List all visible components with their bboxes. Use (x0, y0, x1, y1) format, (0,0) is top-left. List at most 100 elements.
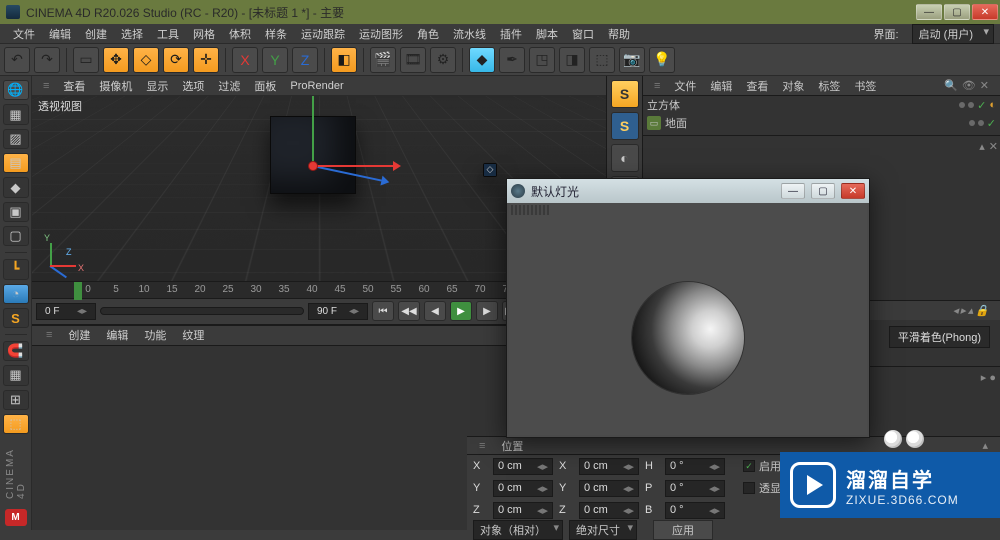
am-next-icon[interactable]: ▸ (960, 304, 966, 317)
select-tool[interactable]: ▭ (73, 47, 99, 73)
gizmo-x-axis[interactable] (313, 165, 393, 167)
prev-frame-button[interactable]: ◀ (424, 301, 446, 321)
axis-y-toggle[interactable]: Y (262, 47, 288, 73)
menu-pipeline[interactable]: 流水线 (446, 24, 493, 44)
menu-spline[interactable]: 样条 (258, 24, 294, 44)
menu-volume[interactable]: 体积 (222, 24, 258, 44)
menu-script[interactable]: 脚本 (529, 24, 565, 44)
timeline-scroll[interactable] (100, 307, 304, 315)
close-button[interactable]: ✕ (972, 4, 998, 20)
rot-h-field[interactable]: 0 °◂▸ (665, 458, 725, 475)
add-environment-button[interactable]: ⬚ (589, 47, 615, 73)
phong-tag-label[interactable]: 平滑着色(Phong) (889, 326, 990, 348)
workplane-button[interactable]: ⊞ (3, 390, 29, 410)
edge-mode[interactable]: ▢ (3, 226, 29, 246)
axis-x-toggle[interactable]: X (232, 47, 258, 73)
mm-tex[interactable]: 纹理 (174, 325, 212, 345)
pos-y-field[interactable]: 0 cm◂▸ (493, 480, 553, 497)
add-cube-button[interactable]: ◆ (469, 47, 495, 73)
gizmo-y-axis[interactable] (312, 96, 314, 166)
om-close2-icon[interactable]: ✕ (989, 140, 998, 153)
model-mode[interactable]: ▦ (3, 104, 29, 124)
menu-edit[interactable]: 编辑 (42, 24, 78, 44)
vp-menu-view[interactable]: 查看 (56, 76, 92, 96)
vp-menu-panel[interactable]: 面板 (247, 76, 283, 96)
coords-tab-position[interactable]: 位置 (493, 436, 531, 456)
object-row-cube[interactable]: ◇ 立方体 ✓◐ (643, 96, 1000, 114)
play-button[interactable]: ▶ (450, 301, 472, 321)
xray-checkbox[interactable] (743, 482, 755, 494)
goto-start-button[interactable]: ⏮ (372, 301, 394, 321)
point-mode[interactable]: ▣ (3, 202, 29, 222)
menu-create[interactable]: 创建 (78, 24, 114, 44)
snap-settings[interactable]: ▦ (3, 365, 29, 385)
coord-size-dropdown[interactable]: 绝对尺寸 (569, 520, 637, 540)
om-search-icon[interactable]: 🔍 (944, 79, 958, 92)
vp-menu-options[interactable]: 选项 (175, 76, 211, 96)
add-generator-button[interactable]: ◳ (529, 47, 555, 73)
side-tool-1[interactable]: ◐ (611, 144, 639, 172)
workplane-mode[interactable]: ▤ (3, 153, 29, 173)
vp-menu-filter[interactable]: 过滤 (211, 76, 247, 96)
texture-mode[interactable]: ▨ (3, 129, 29, 149)
move-tool[interactable]: ✥ (103, 47, 129, 73)
render-settings-button[interactable]: ⚙ (430, 47, 456, 73)
snap-toggle[interactable]: 🧲 (3, 341, 29, 361)
rot-p-field[interactable]: 0 °◂▸ (665, 480, 725, 497)
object-row-floor[interactable]: ▭ 地面 ✓ (643, 114, 1000, 132)
axis-z-toggle[interactable]: Z (292, 47, 318, 73)
default-light-window[interactable]: 默认灯光 — ▢ ✕ (506, 178, 870, 438)
menu-select[interactable]: 选择 (114, 24, 150, 44)
menu-mesh[interactable]: 网格 (186, 24, 222, 44)
scale-tool[interactable]: ◇ (133, 47, 159, 73)
om-arrow-up-icon[interactable]: ▴ (979, 140, 985, 153)
maximize-button[interactable]: ▢ (944, 4, 970, 20)
last-tool[interactable]: ✛ (193, 47, 219, 73)
menu-mograph[interactable]: 运动图形 (352, 24, 410, 44)
am-prev-icon[interactable]: ◂ (953, 304, 959, 317)
om-tags[interactable]: 标签 (811, 76, 847, 96)
rot-b-field[interactable]: 0 °◂▸ (665, 502, 725, 519)
popup-minimize-button[interactable]: — (781, 183, 805, 199)
vp-menu-display[interactable]: 显示 (139, 76, 175, 96)
axis-mode[interactable]: ┗ (3, 259, 29, 279)
mm-func[interactable]: 功能 (136, 325, 174, 345)
viewport-solo-2[interactable]: S (3, 308, 29, 328)
popup-close-button[interactable]: ✕ (841, 183, 865, 199)
menu-window[interactable]: 窗口 (565, 24, 601, 44)
solo-s2-button[interactable]: S (611, 112, 639, 140)
default-light-canvas[interactable] (509, 203, 867, 435)
om-eye-icon[interactable]: 👁 (962, 79, 976, 92)
object-manager[interactable]: ◇ 立方体 ✓◐ ▭ 地面 ✓ (643, 96, 1000, 136)
gizmo-origin[interactable] (308, 161, 318, 171)
mm-edit[interactable]: 编辑 (98, 325, 136, 345)
menu-character[interactable]: 角色 (410, 24, 446, 44)
minimize-button[interactable]: — (916, 4, 942, 20)
rotate-tool[interactable]: ⟳ (163, 47, 189, 73)
solo-s-button[interactable]: S (611, 80, 639, 108)
redo-button[interactable]: ↷ (34, 47, 60, 73)
vp-menu-camera[interactable]: 摄像机 (92, 76, 139, 96)
viewport-solo-1[interactable]: ◔ (3, 284, 29, 304)
add-camera-button[interactable]: 📷 (619, 47, 645, 73)
quantize-button[interactable]: ⬚ (3, 414, 29, 434)
am-up-icon[interactable]: ▴ (968, 304, 974, 317)
add-deformer-button[interactable]: ◨ (559, 47, 585, 73)
undo-button[interactable]: ↶ (4, 47, 30, 73)
frame-start-field[interactable]: 0 F◂▸ (36, 303, 96, 320)
om-object[interactable]: 对象 (775, 76, 811, 96)
pos-z-field[interactable]: 0 cm◂▸ (493, 502, 553, 519)
pos-x-field[interactable]: 0 cm◂▸ (493, 458, 553, 475)
mm-create[interactable]: 创建 (60, 325, 98, 345)
om-edit[interactable]: 编辑 (703, 76, 739, 96)
coords-apply-button[interactable]: 应用 (653, 520, 713, 540)
add-spline-button[interactable]: ✒ (499, 47, 525, 73)
enable-checkbox[interactable]: ✓ (743, 460, 755, 472)
layout-dropdown[interactable]: 启动 (用户) (912, 24, 994, 44)
popup-titlebar[interactable]: 默认灯光 — ▢ ✕ (507, 179, 869, 203)
object-mode[interactable]: ◆ (3, 177, 29, 197)
om-bookmarks[interactable]: 书签 (847, 76, 883, 96)
menu-file[interactable]: 文件 (6, 24, 42, 44)
render-view-button[interactable]: 🎬 (370, 47, 396, 73)
menu-tools[interactable]: 工具 (150, 24, 186, 44)
